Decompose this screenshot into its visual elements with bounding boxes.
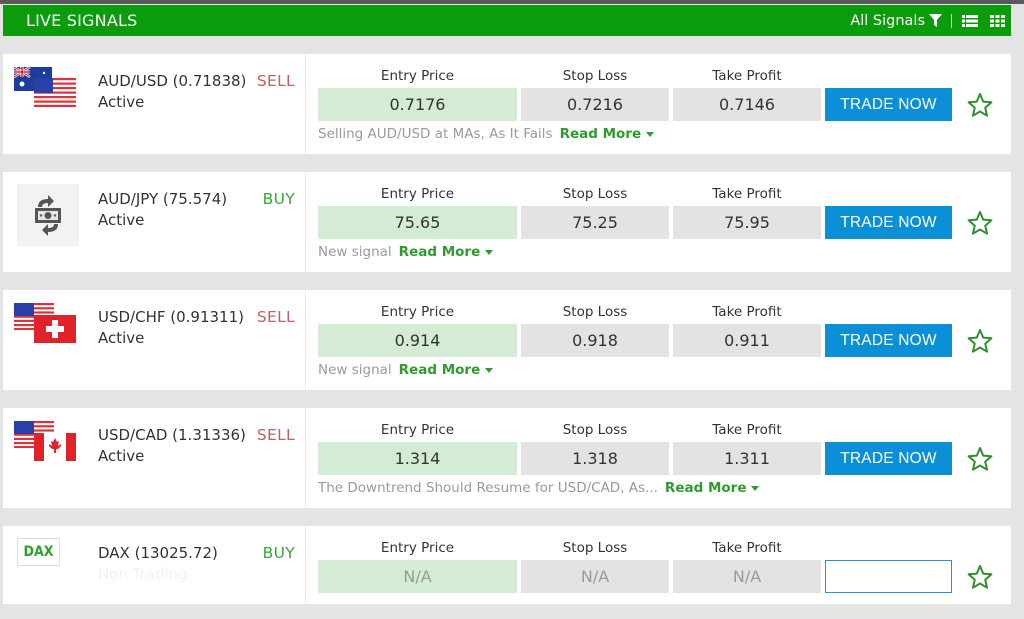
- signal-status: Active: [98, 447, 145, 465]
- dax-logo-icon: DAX: [17, 538, 60, 566]
- top-border: [0, 0, 1024, 4]
- description-text: The Downtrend Should Resume for USD/CAD,…: [318, 480, 658, 496]
- signal-description: New signal Read More: [318, 362, 494, 378]
- instrument-name[interactable]: USD/CHF (0.91311): [98, 308, 244, 326]
- stop-loss-value: 0.918: [521, 324, 669, 357]
- take-profit-value: 0.911: [673, 324, 821, 357]
- read-more-label: Read More: [398, 244, 481, 260]
- signal-direction: SELL: [256, 426, 295, 444]
- instrument-name[interactable]: AUD/JPY (75.574): [98, 190, 227, 208]
- star-icon[interactable]: [967, 92, 993, 118]
- header-title: LIVE SIGNALS: [26, 11, 138, 30]
- signal-card: DAX DAX (13025.72) Non Trading BUY Entry…: [3, 526, 1011, 604]
- signal-status: Active: [98, 329, 145, 347]
- instrument-name[interactable]: USD/CAD (1.31336): [98, 426, 246, 444]
- take-profit-value: N/A: [673, 560, 821, 593]
- caret-down-icon: [646, 131, 655, 137]
- take-profit-label: Take Profit: [712, 68, 782, 84]
- signal-info: DAX DAX (13025.72) Non Trading BUY: [3, 526, 306, 604]
- signal-description: Selling AUD/USD at MAs, As It Fails Read…: [318, 126, 655, 142]
- signal-card: AUD/JPY (75.574) Active BUY Entry Price …: [3, 172, 1011, 272]
- entry-price-value: 75.65: [318, 206, 517, 239]
- entry-price-value: 0.914: [318, 324, 517, 357]
- signal-direction: BUY: [262, 190, 295, 208]
- read-more-link[interactable]: Read More: [560, 126, 655, 142]
- stop-loss-label: Stop Loss: [562, 540, 628, 556]
- entry-price-value: 1.314: [318, 442, 517, 475]
- take-profit-value: 0.7146: [673, 88, 821, 121]
- instrument-name[interactable]: AUD/USD (0.71838): [98, 72, 246, 90]
- signal-card: USD/CAD (1.31336) Active SELL Entry Pric…: [3, 408, 1011, 508]
- signal-info: AUD/USD (0.71838) Active SELL: [3, 54, 306, 154]
- description-text: New signal: [318, 362, 392, 378]
- aud-usd-flags-icon: [14, 67, 76, 107]
- stop-loss-label: Stop Loss: [562, 186, 628, 202]
- trade-now-button[interactable]: TRADE NOW: [825, 206, 952, 239]
- list-view-icon[interactable]: [962, 14, 978, 27]
- read-more-label: Read More: [664, 480, 747, 496]
- star-icon[interactable]: [967, 446, 993, 472]
- currency-exchange-icon: [17, 184, 79, 246]
- take-profit-label: Take Profit: [712, 304, 782, 320]
- signal-direction: SELL: [256, 72, 295, 90]
- star-icon[interactable]: [967, 210, 993, 236]
- stop-loss-value: 75.25: [521, 206, 669, 239]
- read-more-label: Read More: [398, 362, 481, 378]
- signal-description: New signal Read More: [318, 244, 494, 260]
- read-more-link[interactable]: Read More: [665, 480, 760, 496]
- filter-icon[interactable]: [929, 14, 942, 27]
- star-icon[interactable]: [967, 328, 993, 354]
- trade-now-button[interactable]: TRADE NOW: [825, 442, 952, 475]
- grid-view-icon[interactable]: [990, 14, 1005, 27]
- trade-now-button[interactable]: TRADE NOW: [825, 88, 952, 121]
- signal-info: USD/CAD (1.31336) Active SELL: [3, 408, 306, 508]
- signal-status: Non Trading: [98, 565, 188, 583]
- stop-loss-value: 1.318: [521, 442, 669, 475]
- entry-price-label: Entry Price: [380, 186, 455, 202]
- stop-loss-value: N/A: [521, 560, 669, 593]
- entry-price-value: 0.7176: [318, 88, 517, 121]
- take-profit-value: 1.311: [673, 442, 821, 475]
- signal-info: USD/CHF (0.91311) Active SELL: [3, 290, 306, 390]
- caret-down-icon: [485, 249, 494, 255]
- take-profit-value: 75.95: [673, 206, 821, 239]
- star-icon[interactable]: [967, 564, 993, 590]
- signal-status: Active: [98, 93, 145, 111]
- take-profit-label: Take Profit: [712, 186, 782, 202]
- signal-card: AUD/USD (0.71838) Active SELL Entry Pric…: [3, 54, 1011, 154]
- usd-chf-flags-icon: [14, 303, 76, 343]
- signal-direction: SELL: [256, 308, 295, 326]
- live-signals-header: LIVE SIGNALS All Signals: [3, 5, 1011, 36]
- stop-loss-value: 0.7216: [521, 88, 669, 121]
- read-more-link[interactable]: Read More: [399, 362, 494, 378]
- description-text: Selling AUD/USD at MAs, As It Fails: [318, 126, 553, 142]
- entry-price-label: Entry Price: [380, 540, 455, 556]
- entry-price-value: N/A: [318, 560, 517, 593]
- trade-now-button[interactable]: TRADE NOW: [825, 324, 952, 357]
- instrument-name[interactable]: DAX (13025.72): [98, 544, 218, 562]
- caret-down-icon: [485, 367, 494, 373]
- signal-direction: BUY: [262, 544, 295, 562]
- signal-status: Active: [98, 211, 145, 229]
- entry-price-label: Entry Price: [380, 304, 455, 320]
- take-profit-label: Take Profit: [712, 540, 782, 556]
- description-text: New signal: [318, 244, 392, 260]
- stop-loss-label: Stop Loss: [562, 68, 628, 84]
- signal-description: The Downtrend Should Resume for USD/CAD,…: [318, 480, 760, 496]
- trade-button-disabled[interactable]: [825, 560, 952, 593]
- signal-card: USD/CHF (0.91311) Active SELL Entry Pric…: [3, 290, 1011, 390]
- read-more-link[interactable]: Read More: [399, 244, 494, 260]
- entry-price-label: Entry Price: [380, 422, 455, 438]
- all-signals-filter[interactable]: All Signals: [850, 13, 925, 29]
- stop-loss-label: Stop Loss: [562, 304, 628, 320]
- entry-price-label: Entry Price: [380, 68, 455, 84]
- header-controls: All Signals: [850, 13, 1005, 29]
- divider: [951, 13, 952, 28]
- usd-cad-flags-icon: [14, 421, 76, 461]
- caret-down-icon: [751, 485, 760, 491]
- take-profit-label: Take Profit: [712, 422, 782, 438]
- signal-info: AUD/JPY (75.574) Active BUY: [3, 172, 306, 272]
- read-more-label: Read More: [559, 126, 642, 142]
- stop-loss-label: Stop Loss: [562, 422, 628, 438]
